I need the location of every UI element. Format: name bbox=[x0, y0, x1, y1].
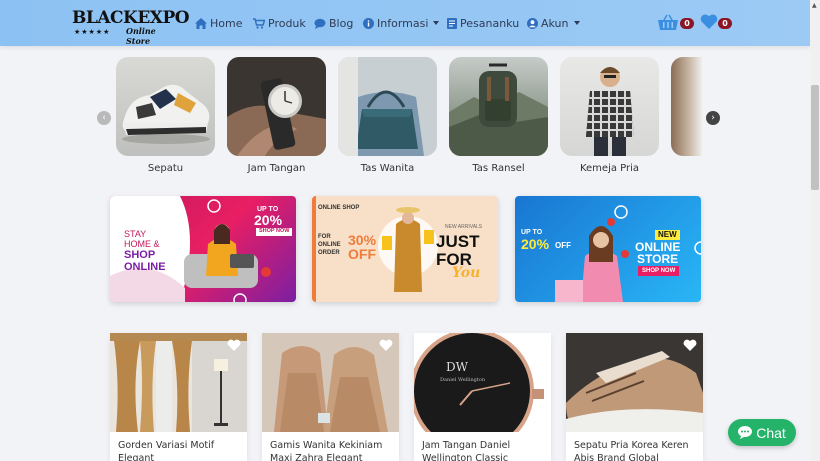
info-icon bbox=[363, 17, 374, 29]
home-icon bbox=[195, 17, 207, 29]
wishlist-count-badge: 0 bbox=[718, 18, 732, 29]
logo-main-text: BLACKEXPO bbox=[72, 8, 190, 28]
wishlist-heart-icon[interactable] bbox=[227, 339, 241, 352]
category-label: Tas Ransel bbox=[472, 163, 525, 174]
nav-informasi-label: Informasi bbox=[377, 16, 429, 30]
chevron-right-icon: › bbox=[711, 112, 715, 123]
nav-blog-label: Blog bbox=[329, 16, 354, 30]
user-icon bbox=[527, 17, 538, 29]
nav-informasi[interactable]: Informasi bbox=[363, 15, 440, 31]
banner-percent: 30% bbox=[348, 232, 377, 248]
category-image bbox=[671, 57, 702, 156]
scrollbar-thumb[interactable] bbox=[811, 85, 819, 190]
banner-online: ONLINE bbox=[124, 261, 166, 273]
category-image bbox=[116, 57, 215, 156]
wishlist-heart-icon[interactable] bbox=[379, 339, 393, 352]
category-image bbox=[338, 57, 437, 156]
svg-text:DW: DW bbox=[446, 360, 469, 374]
promo-banner-new-online-store[interactable]: UP TO 20% OFF NEW ONLINE STORE SHOP NOW bbox=[515, 196, 701, 302]
nav-akun[interactable]: Akun bbox=[527, 15, 580, 31]
product-card[interactable]: Sepatu Pria Korea Keren Abis Brand Globa… bbox=[566, 333, 703, 461]
chevron-down-icon bbox=[573, 21, 580, 25]
category-item-partial[interactable] bbox=[671, 57, 702, 156]
product-title[interactable]: Gamis Wanita Kekiniam Maxi Zahra Elegant bbox=[270, 439, 395, 461]
category-label: Tas Wanita bbox=[360, 163, 415, 174]
carousel-next-button[interactable]: › bbox=[706, 111, 720, 125]
nav-produk-label: Produk bbox=[268, 16, 306, 30]
wishlist-heart-icon[interactable] bbox=[531, 339, 545, 352]
banner-off: OFF bbox=[555, 241, 571, 250]
heart-icon bbox=[700, 14, 718, 29]
chevron-down-icon bbox=[433, 21, 440, 25]
nav-pesanan-label: Pesananku bbox=[460, 16, 520, 30]
nav-akun-label: Akun bbox=[541, 16, 569, 30]
product-title[interactable]: Sepatu Pria Korea Keren Abis Brand Globa… bbox=[574, 439, 699, 461]
banner-new-arrivals: NEW ARRIVALS bbox=[445, 224, 483, 230]
comments-icon bbox=[314, 18, 326, 29]
banner-just: JUST bbox=[436, 232, 480, 251]
banner-you: You bbox=[452, 265, 481, 281]
cart-button[interactable]: 0 bbox=[658, 13, 698, 33]
svg-text:Daniel Wellington: Daniel Wellington bbox=[440, 377, 486, 383]
promo-banner-just-for-you[interactable]: ONLINE SHOP FOR ONLINE ORDER 30% OFF NEW… bbox=[312, 196, 498, 302]
category-item-jam-tangan[interactable]: Jam Tangan bbox=[227, 57, 326, 174]
banner-online-order: FOR ONLINE ORDER bbox=[318, 234, 341, 256]
category-item-kemeja-pria[interactable]: Kemeja Pria bbox=[560, 57, 659, 174]
scroll-up-icon[interactable]: ▲ bbox=[812, 2, 817, 9]
nav-produk[interactable]: Produk bbox=[253, 15, 306, 31]
category-item-sepatu[interactable]: Sepatu bbox=[116, 57, 215, 174]
banner-percent: 20% bbox=[521, 236, 550, 252]
wishlist-button[interactable]: 0 bbox=[698, 13, 734, 33]
banner-stay: STAY bbox=[124, 229, 147, 239]
nav-home-label: Home bbox=[210, 16, 243, 30]
scrollbar[interactable]: ▲ bbox=[810, 0, 820, 461]
category-label: Jam Tangan bbox=[247, 163, 306, 174]
banner-percent: 20% bbox=[254, 212, 283, 228]
nav-home[interactable]: Home bbox=[195, 15, 242, 31]
banner-home: HOME & bbox=[124, 239, 160, 249]
banner-shop-now: SHOP NOW bbox=[638, 266, 680, 276]
banner-store: STORE bbox=[637, 252, 679, 266]
product-image bbox=[566, 333, 703, 432]
receipt-icon bbox=[447, 17, 457, 29]
product-card[interactable]: Gamis Wanita Kekiniam Maxi Zahra Elegant bbox=[262, 333, 399, 461]
product-title[interactable]: Jam Tangan Daniel Wellington Classic She… bbox=[422, 439, 547, 461]
category-image bbox=[227, 57, 326, 156]
nav-blog[interactable]: Blog bbox=[314, 15, 353, 31]
logo-sub-text: Online Store bbox=[126, 26, 156, 46]
category-image bbox=[449, 57, 548, 156]
product-image bbox=[110, 333, 247, 432]
chevron-left-icon: ‹ bbox=[102, 112, 106, 123]
product-card[interactable]: DW Daniel Wellington Jam Tangan Daniel W… bbox=[414, 333, 551, 461]
chat-label: Chat bbox=[756, 424, 786, 441]
promo-banner-stay-home[interactable]: UP TO 20% SHOP NOW STAY HOME & SHOP ONLI… bbox=[110, 196, 296, 302]
banner-new: NEW bbox=[655, 230, 680, 240]
category-item-tas-ransel[interactable]: Tas Ransel bbox=[449, 57, 548, 174]
banner-off: OFF bbox=[348, 246, 376, 262]
chat-button[interactable]: Chat bbox=[728, 419, 796, 446]
category-image bbox=[560, 57, 659, 156]
chat-bubble-icon bbox=[738, 426, 753, 439]
category-label: Kemeja Pria bbox=[579, 163, 640, 174]
banner-brand: ONLINE SHOP bbox=[318, 205, 360, 211]
site-logo[interactable]: BLACKEXPO ★★★★★ Online Store bbox=[72, 8, 190, 46]
nav-pesanan[interactable]: Pesananku bbox=[447, 15, 519, 31]
shopping-basket-icon bbox=[658, 14, 678, 30]
product-title[interactable]: Gorden Variasi Motif Elegant bbox=[118, 439, 243, 461]
banner-shop: SHOP bbox=[124, 249, 156, 261]
product-image bbox=[262, 333, 399, 432]
logo-stars: ★★★★★ bbox=[74, 28, 111, 36]
wishlist-heart-icon[interactable] bbox=[683, 339, 697, 352]
carousel-prev-button[interactable]: ‹ bbox=[97, 111, 111, 125]
category-item-tas-wanita[interactable]: Tas Wanita bbox=[338, 57, 437, 174]
category-label: Sepatu bbox=[147, 163, 184, 174]
banner-up-to: UP TO bbox=[521, 229, 543, 236]
banner-shop-now: SHOP NOW bbox=[256, 228, 293, 236]
cart-icon bbox=[253, 17, 265, 29]
product-card[interactable]: Gorden Variasi Motif Elegant bbox=[110, 333, 247, 461]
navbar: BLACKEXPO ★★★★★ Online Store Home Produk… bbox=[0, 0, 810, 46]
product-image: DW Daniel Wellington bbox=[414, 333, 551, 432]
cart-count-badge: 0 bbox=[680, 18, 694, 29]
